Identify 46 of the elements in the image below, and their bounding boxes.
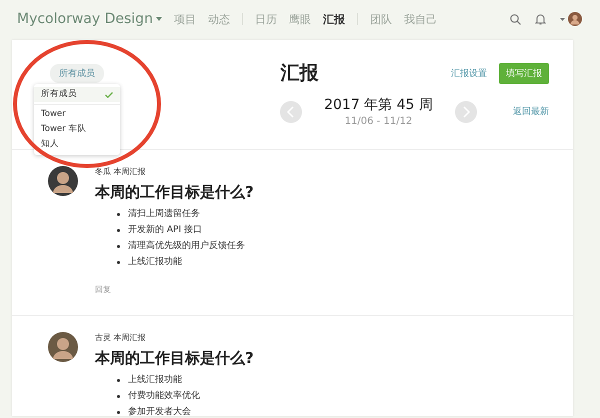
nav-tab[interactable]: 鹰眼 xyxy=(288,12,311,26)
bullet-icon xyxy=(117,394,120,398)
week-title: 2017 年第 45 周 xyxy=(324,96,433,114)
dropdown-item[interactable]: Tower xyxy=(34,107,120,122)
report-item: 参加开发者大会 xyxy=(128,406,191,416)
report-item: 上线汇报功能 xyxy=(128,374,182,387)
bullet-icon xyxy=(117,410,120,414)
nav-tab[interactable]: 项目 xyxy=(174,12,196,26)
report-question: 本周的工作目标是什么? xyxy=(95,183,254,202)
report-item: 清理高优先级的用户反馈任务 xyxy=(128,240,245,253)
page-title: 汇报 xyxy=(280,61,318,86)
settings-link[interactable]: 汇报设置 xyxy=(451,66,487,80)
dropdown-item[interactable]: 所有成员 xyxy=(34,87,120,102)
report-item: 付费功能效率优化 xyxy=(128,390,200,403)
report-author: 冬瓜 本周汇报 xyxy=(95,166,147,177)
report-item: 上线汇报功能 xyxy=(128,256,182,269)
dropdown-item[interactable]: 知人 xyxy=(34,137,120,152)
caret-icon xyxy=(156,17,162,21)
report-question: 本周的工作目标是什么? xyxy=(95,349,254,368)
report-item: 清扫上周遗留任务 xyxy=(128,208,200,221)
avatar-icon[interactable] xyxy=(568,12,582,26)
bullet-icon xyxy=(117,244,120,248)
check-icon xyxy=(105,92,113,98)
dropdown-item[interactable]: Tower 车队 xyxy=(34,122,120,137)
bell-icon[interactable] xyxy=(535,13,546,25)
report-item: 开发新的 API 接口 xyxy=(128,224,202,237)
reply-link[interactable]: 回复 xyxy=(95,284,254,295)
avatar-icon xyxy=(48,332,78,362)
bullet-icon xyxy=(117,228,120,232)
bullet-icon xyxy=(117,212,120,216)
avatar-icon xyxy=(48,166,78,196)
search-icon[interactable] xyxy=(510,14,521,24)
brand-name[interactable]: Mycolorway Design xyxy=(17,11,162,27)
member-filter[interactable]: 所有成员 xyxy=(50,64,104,82)
bullet-icon xyxy=(117,260,120,264)
write-report-button[interactable]: 填写汇报 xyxy=(499,62,549,84)
bullet-icon xyxy=(117,378,120,382)
nav-tab[interactable]: 日历 xyxy=(254,12,277,26)
caret-icon[interactable] xyxy=(560,18,565,20)
nav-tab[interactable]: 团队 xyxy=(370,12,392,26)
report-author: 古灵 本周汇报 xyxy=(95,332,147,343)
nav-tab[interactable]: 动态 xyxy=(208,12,230,26)
back-to-latest-link[interactable]: 返回最新 xyxy=(513,105,549,118)
nav-tab[interactable]: 汇报 xyxy=(322,12,345,26)
week-range: 11/06 - 11/12 xyxy=(344,116,412,127)
nav-tab[interactable]: 我自己 xyxy=(404,12,437,26)
